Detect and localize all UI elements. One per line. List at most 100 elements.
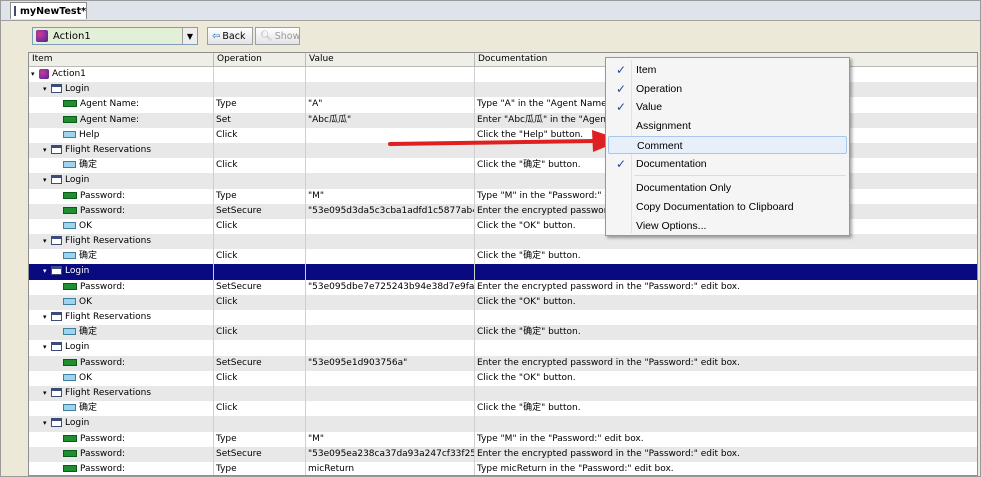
expand-toggle-icon[interactable]: ▾ [43,234,51,249]
value-cell[interactable] [306,249,475,265]
value-cell[interactable]: "M" [306,188,475,204]
item-cell[interactable]: ▾ Login [29,264,214,280]
expand-toggle-icon[interactable]: ▾ [43,264,51,279]
table-row[interactable]: 确定 Click Click the "确定" button. [29,325,977,341]
operation-cell[interactable]: Click [214,370,306,386]
menu-item-view-options[interactable]: View Options... [608,217,847,235]
expand-toggle-icon[interactable]: ▾ [43,416,51,431]
operation-cell[interactable] [214,416,306,432]
operation-cell[interactable]: SetSecure [214,279,306,295]
menu-item-copy-documentation-to-clipboard[interactable]: Copy Documentation to Clipboard [608,198,847,216]
chevron-down-icon[interactable]: ▼ [182,28,197,44]
value-cell[interactable] [306,340,475,356]
operation-cell[interactable]: SetSecure [214,355,306,371]
document-tab[interactable]: myNewTest* [10,2,87,19]
table-row[interactable]: ▾ Flight Reservations [29,385,977,402]
value-cell[interactable]: micReturn [306,461,475,475]
item-cell[interactable]: 确定 [29,158,214,174]
documentation-cell[interactable] [475,386,977,401]
operation-cell[interactable]: SetSecure [214,446,306,462]
documentation-cell[interactable]: Type "M" in the "Password:" edit box. [475,432,977,447]
item-cell[interactable]: ▾ Flight Reservations [29,310,214,326]
table-row[interactable]: ▾ Flight Reservations [29,310,977,326]
documentation-cell[interactable]: Enter the encrypted password in the "Pas… [475,280,977,295]
value-cell[interactable] [306,234,475,250]
item-cell[interactable]: ▾ Login [29,173,214,189]
value-cell[interactable] [306,67,475,83]
column-header-operation[interactable]: Operation [214,53,306,66]
table-row[interactable]: OK Click Click the "OK" button. [29,370,977,386]
documentation-cell[interactable]: Click the "确定" button. [475,401,977,416]
documentation-cell[interactable] [475,340,977,355]
expand-toggle-icon[interactable]: ▾ [43,82,51,97]
show-button[interactable]: 🔍︎ Show [255,27,300,45]
item-cell[interactable]: OK [29,218,214,235]
value-cell[interactable]: "A" [306,97,475,113]
menu-item-operation[interactable]: ✓ Operation [608,80,847,98]
operation-cell[interactable] [214,142,306,159]
operation-cell[interactable]: Type [214,188,306,204]
documentation-cell[interactable]: Click the "OK" button. [475,295,977,310]
table-row[interactable]: ▾ Login [29,264,977,280]
expand-toggle-icon[interactable]: ▾ [43,386,51,401]
item-cell[interactable]: OK [29,370,214,386]
documentation-cell[interactable]: Type micReturn in the "Password:" edit b… [475,462,977,475]
expand-toggle-icon[interactable]: ▾ [43,310,51,325]
table-row[interactable]: Password: SetSecure "53e095dbe7e725243b94e… [29,279,977,295]
operation-cell[interactable]: SetSecure [214,203,306,219]
menu-item-documentation-only[interactable]: Documentation Only [608,179,847,197]
item-cell[interactable]: OK [29,294,214,310]
column-header-value[interactable]: Value [306,53,475,66]
table-row[interactable]: ▾ Login [29,416,977,432]
value-cell[interactable]: "M" [306,431,475,447]
value-cell[interactable] [306,325,475,341]
expand-toggle-icon[interactable]: ▾ [31,67,39,82]
operation-cell[interactable]: Click [214,127,306,143]
value-cell[interactable] [306,310,475,326]
item-cell[interactable]: Agent Name: [29,112,214,128]
operation-cell[interactable] [214,310,306,326]
table-row[interactable]: OK Click Click the "OK" button. [29,294,977,310]
operation-cell[interactable] [214,67,306,83]
table-row[interactable]: Password: SetSecure "53e095ea238ca37da93a2… [29,446,977,462]
item-cell[interactable]: Password: [29,355,214,371]
item-cell[interactable]: Password: [29,431,214,447]
item-cell[interactable]: ▾ Login [29,340,214,356]
documentation-cell[interactable]: Enter the encrypted password in the "Pas… [475,447,977,462]
item-cell[interactable]: ▾ Flight Reservations [29,142,214,159]
value-cell[interactable] [306,158,475,174]
documentation-cell[interactable]: Click the "确定" button. [475,325,977,340]
table-row[interactable]: Password: SetSecure "53e095e1d903756a" Ente… [29,355,977,371]
menu-item-documentation[interactable]: ✓ Documentation [608,155,847,173]
documentation-cell[interactable]: Click the "确定" button. [475,249,977,264]
operation-cell[interactable] [214,385,306,402]
value-cell[interactable]: "53e095dbe7e725243b94e38d7e9faa... [306,279,475,295]
operation-cell[interactable]: Click [214,401,306,417]
item-cell[interactable]: Password: [29,446,214,462]
back-button[interactable]: ⇦ Back [207,27,253,45]
item-cell[interactable]: Help [29,127,214,143]
documentation-cell[interactable] [475,310,977,325]
value-cell[interactable]: "53e095ea238ca37da93a247cf33f25f... [306,446,475,462]
item-cell[interactable]: ▾ Login [29,82,214,98]
menu-item-value[interactable]: ✓ Value [608,98,847,116]
menu-item-assignment[interactable]: Assignment [608,117,847,135]
value-cell[interactable] [306,264,475,280]
operation-cell[interactable] [214,173,306,189]
value-cell[interactable]: "53e095e1d903756a" [306,355,475,371]
documentation-cell[interactable]: Enter the encrypted password in the "Pas… [475,356,977,371]
item-cell[interactable]: ▾ Flight Reservations [29,385,214,402]
action-selector[interactable]: Action1 ▼ [32,27,198,45]
operation-cell[interactable]: Click [214,218,306,235]
documentation-cell[interactable]: Click the "OK" button. [475,371,977,386]
documentation-cell[interactable] [475,416,977,431]
operation-cell[interactable]: Set [214,112,306,128]
menu-item-item[interactable]: ✓ Item [608,61,847,79]
menu-item-comment[interactable]: Comment [608,135,847,154]
table-row[interactable]: ▾ Flight Reservations [29,234,977,250]
item-cell[interactable]: 确定 [29,401,214,417]
table-row[interactable]: ▾ Login [29,340,977,356]
expand-toggle-icon[interactable]: ▾ [43,340,51,355]
expand-toggle-icon[interactable]: ▾ [43,173,51,188]
item-cell[interactable]: Password: [29,461,214,475]
